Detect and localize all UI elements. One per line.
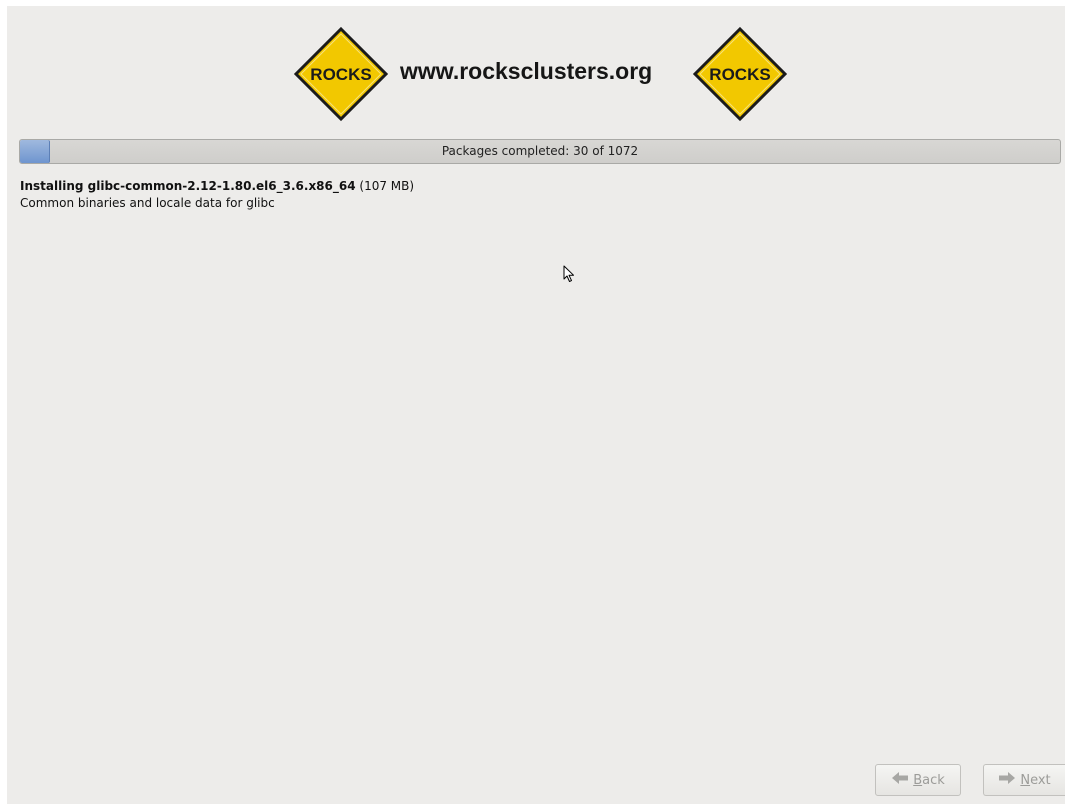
header-banner: ROCKS www.rocksclusters.org ROCKS (7, 24, 1065, 124)
back-button-label: Back (913, 773, 945, 788)
logo-text: ROCKS (709, 65, 770, 84)
site-title: www.rocksclusters.org (400, 58, 653, 84)
rocks-logo-right: ROCKS (692, 26, 788, 122)
progress-label: Packages completed: 30 of 1072 (441, 144, 639, 158)
mouse-pointer-icon (563, 265, 575, 287)
back-button[interactable]: Back (875, 764, 961, 796)
package-name: glibc-common-2.12-1.80.el6_3.6.x86_64 (87, 179, 356, 193)
current-package-line: Installing glibc-common-2.12-1.80.el6_3.… (20, 179, 414, 193)
package-size: (107 MB) (355, 179, 415, 193)
next-mnemonic: N (1020, 772, 1031, 788)
install-prefix: Installing glibc-common-2.12-1.80.el6_3.… (20, 179, 356, 193)
package-progress-bar: Packages completed: 30 of 1072 (19, 139, 1061, 164)
next-button-label: Next (1020, 773, 1050, 788)
package-summary: Common binaries and locale data for glib… (20, 196, 275, 210)
back-mnemonic: B (913, 772, 923, 788)
install-verb: Installing (20, 179, 88, 193)
next-button[interactable]: Next (983, 764, 1065, 796)
rocks-logo-left: ROCKS (293, 26, 389, 122)
arrow-right-icon (998, 771, 1016, 789)
back-label-rest: ack (922, 772, 945, 788)
logo-text: ROCKS (310, 65, 371, 84)
arrow-left-icon (891, 771, 909, 789)
next-label-rest: ext (1030, 772, 1051, 788)
installer-window: ROCKS www.rocksclusters.org ROCKS Packag… (7, 6, 1065, 804)
